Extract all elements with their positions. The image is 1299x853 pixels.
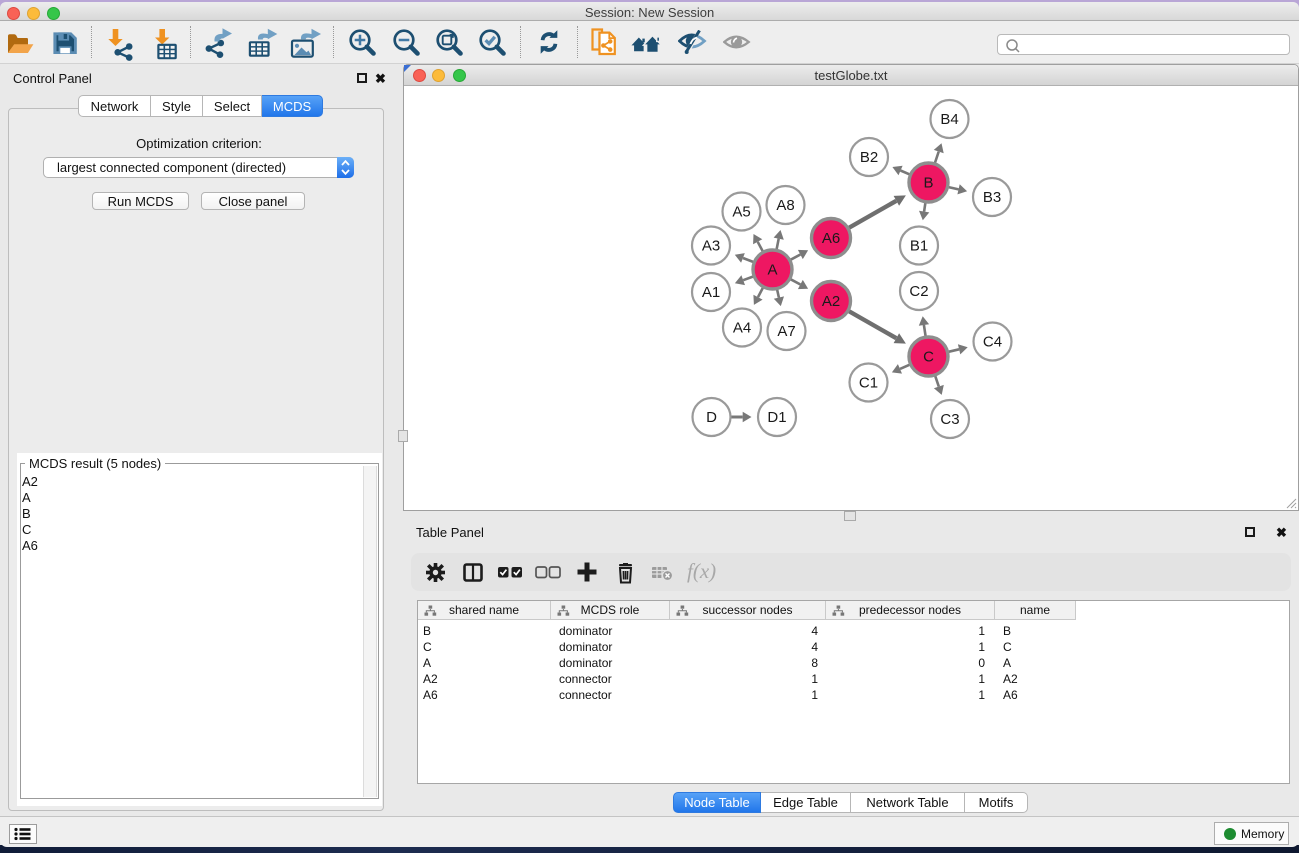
svg-text:B4: B4	[940, 111, 958, 128]
svg-text:A3: A3	[702, 238, 720, 255]
svg-text:D: D	[706, 409, 717, 426]
svg-text:A2: A2	[822, 293, 840, 310]
svg-text:A1: A1	[702, 284, 720, 301]
svg-text:D1: D1	[767, 409, 786, 426]
svg-text:B1: B1	[910, 238, 928, 255]
svg-text:A4: A4	[733, 320, 751, 337]
svg-text:C2: C2	[909, 283, 928, 300]
svg-text:A7: A7	[777, 323, 795, 340]
svg-text:C4: C4	[983, 334, 1002, 351]
svg-text:C1: C1	[859, 375, 878, 392]
svg-text:C3: C3	[940, 411, 959, 428]
svg-text:C: C	[923, 349, 934, 366]
svg-text:A: A	[767, 262, 777, 279]
svg-text:B: B	[923, 175, 933, 192]
svg-text:A6: A6	[822, 230, 840, 247]
svg-text:A5: A5	[732, 204, 750, 221]
svg-text:B2: B2	[860, 149, 878, 166]
svg-text:B3: B3	[983, 189, 1001, 206]
svg-text:A8: A8	[776, 197, 794, 214]
